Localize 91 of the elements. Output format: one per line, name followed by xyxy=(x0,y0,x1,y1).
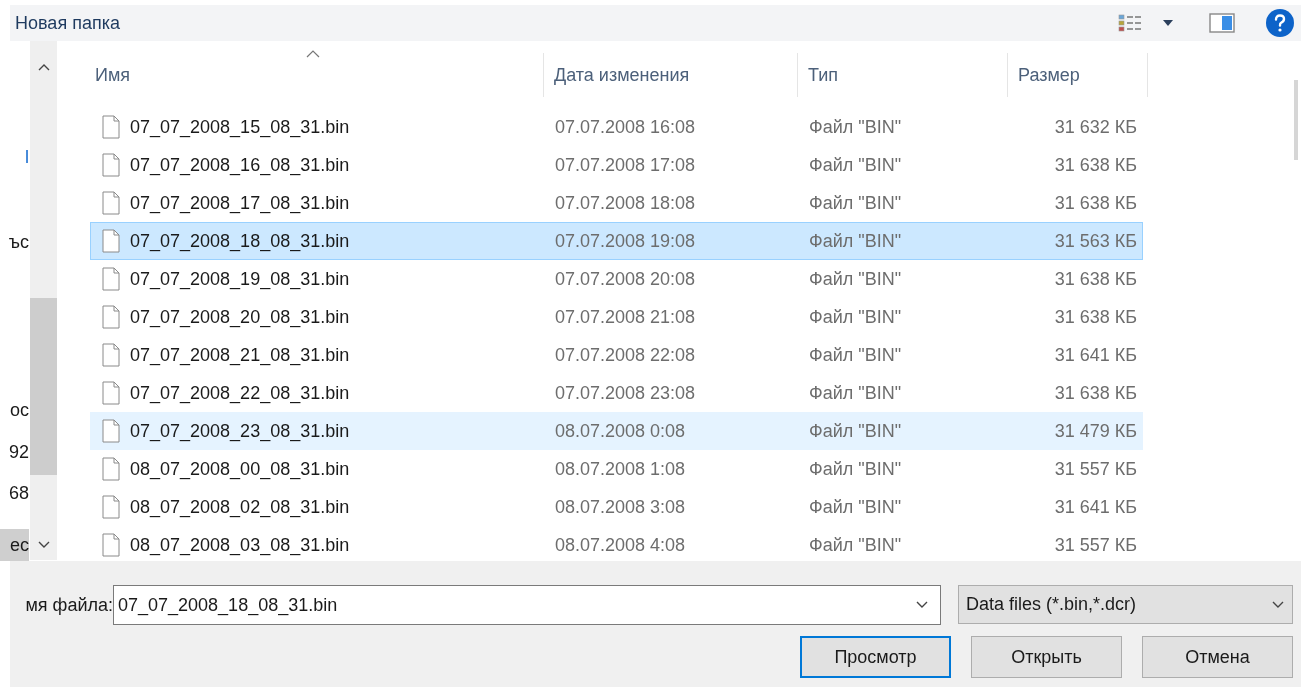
size-cell-text: 31 632 КБ xyxy=(1053,115,1137,139)
size-cell-text: 31 641 КБ xyxy=(1053,495,1137,519)
nav-item[interactable]: 92 xyxy=(0,436,29,468)
file-name: 07_07_2008_23_08_31.bin xyxy=(130,419,350,444)
size-cell-text: 31 638 КБ xyxy=(1053,381,1137,405)
filename-field[interactable]: 07_07_2008_18_08_31.bin xyxy=(113,585,941,625)
size-cell-text: 31 557 КБ xyxy=(1053,533,1137,557)
file-icon xyxy=(102,381,120,405)
size-cell-text: 31 638 КБ xyxy=(1053,305,1137,329)
file-icon xyxy=(102,343,120,367)
nav-item[interactable]: ес xyxy=(0,529,29,561)
column-header[interactable]: Имя xyxy=(95,61,131,89)
file-icon xyxy=(102,191,120,215)
dialog-button[interactable]: Просмотр xyxy=(800,636,951,678)
file-name: 08_07_2008_03_08_31.bin xyxy=(130,533,350,558)
nav-item[interactable]: 68 xyxy=(0,477,29,509)
date-cell-text: 07.07.2008 21:08 xyxy=(555,305,697,329)
file-icon xyxy=(102,419,120,443)
chevron-down-icon xyxy=(916,601,928,609)
scrollbar-thumb[interactable] xyxy=(1294,80,1298,160)
file-type-dropdown[interactable]: Data files (*.bin,*.dcr) xyxy=(958,585,1293,624)
nav-item[interactable]: ос xyxy=(0,394,29,426)
file-name: 07_07_2008_19_08_31.bin xyxy=(130,267,350,292)
type-cell-text: Файл "BIN" xyxy=(809,457,903,481)
chevron-down-icon xyxy=(1272,600,1284,609)
date-cell-text: 07.07.2008 22:08 xyxy=(555,343,697,367)
type-cell-text: Файл "BIN" xyxy=(809,419,903,443)
sort-up-icon xyxy=(306,50,320,58)
type-cell-text: Файл "BIN" xyxy=(809,153,903,177)
file-icon xyxy=(102,457,120,481)
column-header[interactable]: Дата изменения xyxy=(554,61,690,89)
file-name: 08_07_2008_02_08_31.bin xyxy=(130,495,350,520)
file-name: 07_07_2008_16_08_31.bin xyxy=(130,153,350,178)
type-cell-text: Файл "BIN" xyxy=(809,305,903,329)
file-icon xyxy=(102,115,120,139)
view-list-icon[interactable] xyxy=(1118,13,1144,33)
date-cell-text: 07.07.2008 17:08 xyxy=(555,153,697,177)
type-cell-text: Файл "BIN" xyxy=(809,495,903,519)
type-cell-text: Файл "BIN" xyxy=(809,381,903,405)
size-cell-text: 31 638 КБ xyxy=(1053,153,1137,177)
scrollbar-thumb[interactable] xyxy=(30,298,57,475)
file-icon xyxy=(102,229,120,253)
file-name: 07_07_2008_18_08_31.bin xyxy=(130,229,350,254)
file-icon xyxy=(102,495,120,519)
date-cell-text: 07.07.2008 19:08 xyxy=(555,229,697,253)
date-cell-text: 07.07.2008 18:08 xyxy=(555,191,697,215)
file-icon xyxy=(102,153,120,177)
file-name: 08_07_2008_00_08_31.bin xyxy=(130,457,350,482)
date-cell-text: 07.07.2008 16:08 xyxy=(555,115,697,139)
size-cell-text: 31 641 КБ xyxy=(1053,343,1137,367)
file-row[interactable]: 07_07_2008_23_08_31.bin 08.07.2008 0:08 Файл "BIN" 31 479 КБ xyxy=(90,412,1143,450)
date-cell-text: 08.07.2008 3:08 xyxy=(555,495,687,519)
file-icon xyxy=(102,305,120,329)
dropdown-arrow-icon[interactable] xyxy=(1162,19,1174,27)
dialog-button[interactable]: Отмена xyxy=(1142,636,1293,678)
filename-label: мя файла: xyxy=(25,593,113,617)
column-header[interactable]: Размер xyxy=(1018,61,1080,89)
type-cell-text: Файл "BIN" xyxy=(809,343,903,367)
nav-item[interactable]: l xyxy=(0,141,29,173)
date-cell-text: 08.07.2008 1:08 xyxy=(555,457,687,481)
type-cell-text: Файл "BIN" xyxy=(809,533,903,557)
type-cell-text: Файл "BIN" xyxy=(809,229,903,253)
file-icon xyxy=(102,533,120,557)
scroll-up-icon xyxy=(38,63,50,71)
file-name: 07_07_2008_15_08_31.bin xyxy=(130,115,350,140)
date-cell-text: 07.07.2008 20:08 xyxy=(555,267,697,291)
preview-pane-icon[interactable] xyxy=(1209,12,1235,34)
file-name: 07_07_2008_17_08_31.bin xyxy=(130,191,350,216)
type-cell-text: Файл "BIN" xyxy=(809,267,903,291)
dialog-button[interactable]: Открыть xyxy=(971,636,1122,678)
date-cell-text: 07.07.2008 23:08 xyxy=(555,381,697,405)
size-cell-text: 31 638 КБ xyxy=(1053,267,1137,291)
date-cell-text: 08.07.2008 4:08 xyxy=(555,533,687,557)
file-row[interactable]: 07_07_2008_18_08_31.bin 07.07.2008 19:08 Файл "BIN" 31 563 КБ xyxy=(90,222,1143,260)
file-name: 07_07_2008_21_08_31.bin xyxy=(130,343,350,368)
file-name: 07_07_2008_22_08_31.bin xyxy=(130,381,350,406)
size-cell-text: 31 638 КБ xyxy=(1053,191,1137,215)
file-icon xyxy=(102,267,120,291)
size-cell-text: 31 557 КБ xyxy=(1053,457,1137,481)
scrollbar[interactable] xyxy=(30,41,57,560)
type-cell-text: Файл "BIN" xyxy=(809,115,903,139)
new-folder-button[interactable]: Новая папка xyxy=(14,9,121,37)
nav-item[interactable]: ъс xyxy=(0,226,29,258)
size-cell-text: 31 563 КБ xyxy=(1053,229,1137,253)
date-cell-text: 08.07.2008 0:08 xyxy=(555,419,687,443)
column-header[interactable]: Тип xyxy=(808,61,838,89)
file-name: 07_07_2008_20_08_31.bin xyxy=(130,305,350,330)
help-icon[interactable] xyxy=(1265,8,1295,38)
size-cell-text: 31 479 КБ xyxy=(1053,419,1137,443)
type-cell-text: Файл "BIN" xyxy=(809,191,903,215)
scroll-down-icon xyxy=(38,541,50,549)
